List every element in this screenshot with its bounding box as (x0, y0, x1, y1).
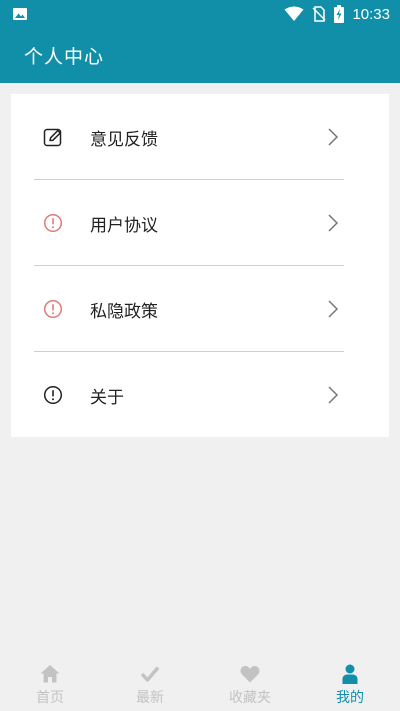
no-sim-icon (312, 6, 326, 22)
menu-item-privacy-policy[interactable]: 私隐政策 (11, 266, 389, 352)
menu-label: 关于 (90, 387, 124, 408)
alert-circle-icon (43, 385, 63, 405)
chevron-right-icon (328, 128, 339, 146)
menu-label: 意见反馈 (90, 129, 158, 150)
tab-latest[interactable]: 最新 (100, 653, 200, 711)
page-title: 个人中心 (24, 46, 105, 68)
tab-label: 首页 (36, 690, 64, 706)
tab-label: 收藏夹 (229, 690, 271, 706)
edit-icon (43, 128, 62, 147)
check-icon (140, 666, 160, 682)
menu-label: 私隐政策 (90, 301, 158, 322)
tab-home[interactable]: 首页 (0, 653, 100, 711)
menu-label: 用户协议 (90, 215, 158, 236)
chevron-right-icon (328, 214, 339, 232)
status-time: 10:33 (352, 5, 390, 23)
tab-mine[interactable]: 我的 (300, 653, 400, 711)
image-notification-icon (13, 8, 27, 20)
menu-item-about[interactable]: 关于 (11, 352, 389, 438)
app-bar: 个人中心 (0, 28, 400, 83)
bottom-tab-bar: 首页 最新 收藏夹 我的 (0, 653, 400, 711)
menu-card: 意见反馈 用户协议 私隐政策 关于 (11, 94, 389, 437)
home-icon (40, 665, 60, 683)
alert-circle-icon (43, 299, 63, 319)
alert-circle-icon (43, 213, 63, 233)
menu-item-feedback[interactable]: 意见反馈 (11, 94, 389, 180)
person-icon (342, 664, 358, 684)
status-bar: 10:33 (0, 0, 400, 28)
wifi-icon (284, 6, 304, 21)
menu-item-user-agreement[interactable]: 用户协议 (11, 180, 389, 266)
chevron-right-icon (328, 386, 339, 404)
tab-label: 我的 (336, 690, 364, 706)
heart-icon (240, 666, 260, 683)
tab-label: 最新 (136, 690, 164, 706)
battery-charging-icon (334, 5, 345, 23)
chevron-right-icon (328, 300, 339, 318)
tab-favorites[interactable]: 收藏夹 (200, 653, 300, 711)
